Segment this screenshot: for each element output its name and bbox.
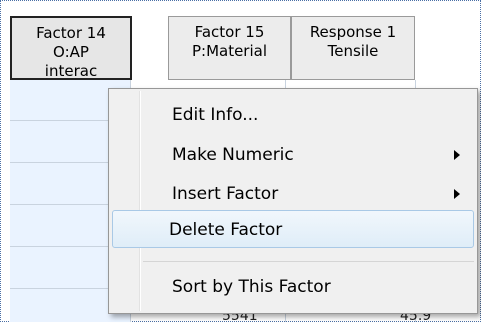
- context-menu: Edit Info... Make Numeric Insert Factor …: [108, 88, 478, 314]
- column-header-response-1[interactable]: Response 1 Tensile: [291, 16, 415, 80]
- column-title: Factor 14: [36, 24, 106, 42]
- menu-separator: [143, 261, 474, 262]
- menu-item-make-numeric[interactable]: Make Numeric: [112, 136, 474, 174]
- submenu-arrow-icon: [454, 189, 460, 199]
- menu-item-sort-by-this-factor[interactable]: Sort by This Factor: [112, 268, 474, 306]
- submenu-arrow-icon: [454, 150, 460, 160]
- menu-item-label: Make Numeric: [172, 145, 294, 165]
- column-header-factor-14[interactable]: Factor 14 O:AP interac: [10, 16, 132, 80]
- column-subtitle: Tensile: [327, 42, 379, 60]
- column-title: Response 1: [309, 23, 397, 41]
- menu-item-edit-info[interactable]: Edit Info...: [112, 96, 474, 134]
- menu-item-label: Insert Factor: [172, 184, 279, 204]
- column-title: Factor 15: [194, 23, 265, 41]
- column-header-row: Factor 14 O:AP interac Factor 15 P:Mater…: [5, 16, 445, 80]
- column-header-factor-15[interactable]: Factor 15 P:Material: [168, 16, 291, 80]
- menu-item-insert-factor[interactable]: Insert Factor: [112, 175, 474, 213]
- menu-item-delete-factor[interactable]: Delete Factor: [112, 210, 474, 248]
- menu-item-label: Edit Info...: [172, 105, 259, 125]
- column-subtitle: P:Material: [191, 42, 268, 60]
- menu-item-label: Delete Factor: [169, 220, 283, 240]
- column-subtitle: O:AP: [53, 43, 89, 61]
- menu-item-label: Sort by This Factor: [172, 277, 331, 297]
- column-subtitle: interac: [44, 62, 98, 80]
